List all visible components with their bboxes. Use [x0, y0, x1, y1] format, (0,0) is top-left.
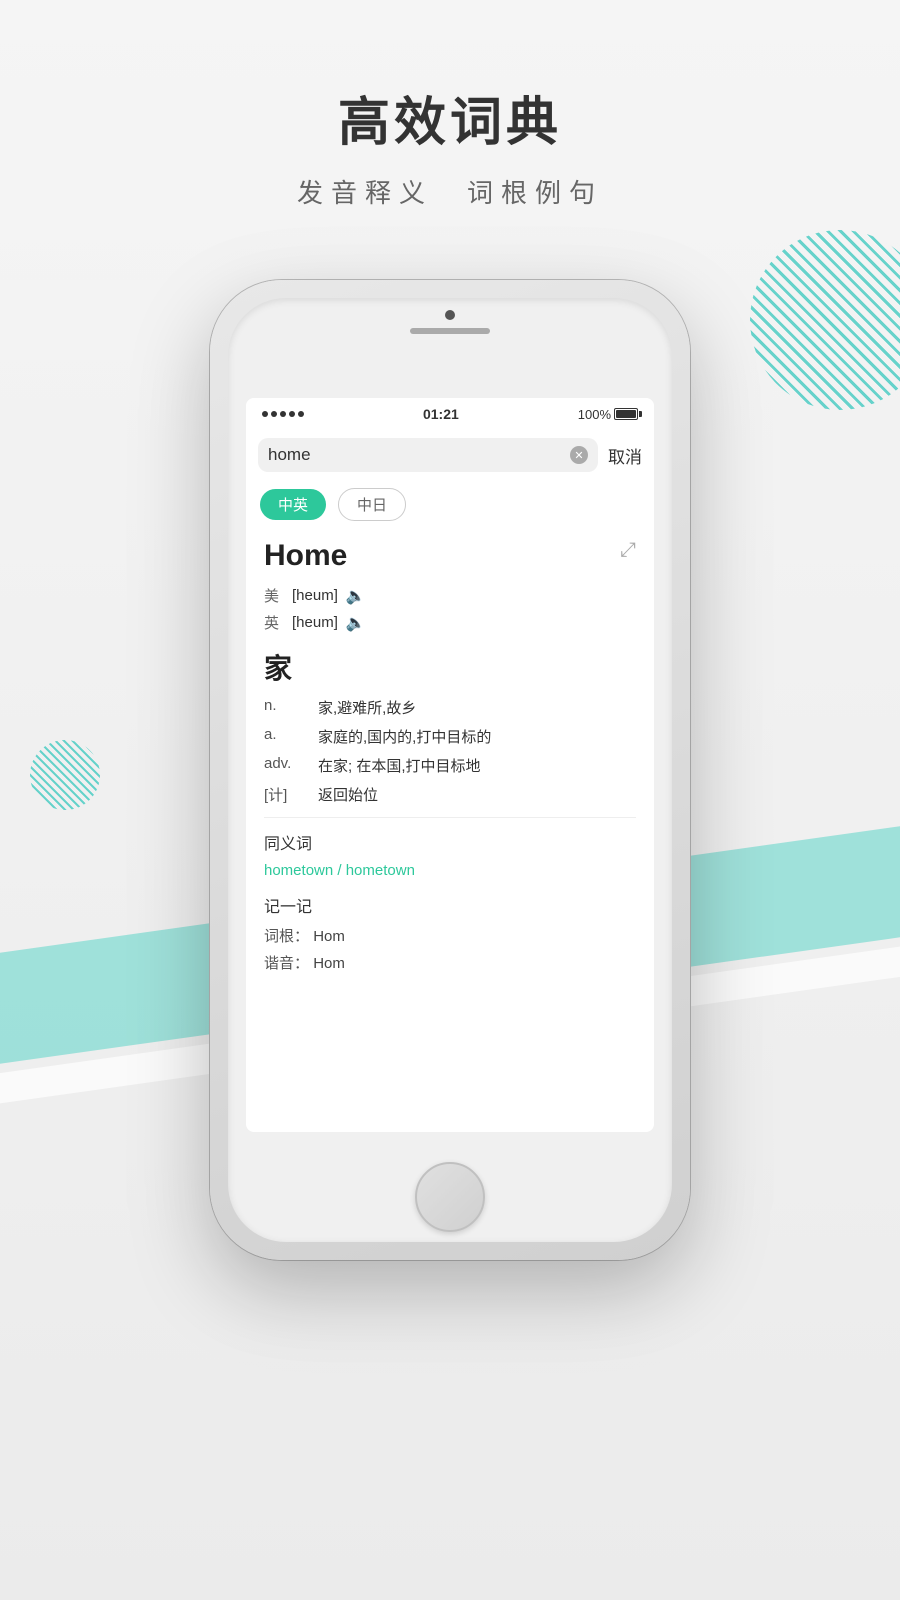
header: 高效词典 发音释义 词根例句	[0, 80, 900, 210]
def-adj: 家庭的,国内的,打中目标的	[318, 726, 636, 747]
word-title: Home	[264, 539, 347, 573]
def-noun: 家,避难所,故乡	[318, 697, 636, 718]
definition-row-1: a. 家庭的,国内的,打中目标的	[264, 726, 636, 747]
speaker-us-icon[interactable]: 🔈	[346, 586, 366, 606]
phone-camera	[445, 310, 455, 320]
synonyms-section-title: 同义词	[264, 830, 636, 854]
home-button[interactable]	[415, 1162, 485, 1232]
app-title: 高效词典	[0, 80, 900, 155]
word-header: Home ⤢	[264, 539, 636, 573]
search-clear-button[interactable]: ✕	[570, 446, 588, 464]
dictionary-content: Home ⤢ 美 [heum] 🔈 英 [heum] 🔈	[246, 529, 654, 1132]
pron-uk-label: 英	[264, 612, 284, 633]
pos-adj: a.	[264, 726, 302, 747]
signal-indicator	[262, 411, 304, 417]
memory-section: 词根： Hom 谐音： Hom	[264, 925, 636, 973]
status-time: 01:21	[423, 406, 459, 422]
share-icon[interactable]: ⤢	[620, 539, 636, 562]
definition-row-2: adv. 在家; 在本国,打中目标地	[264, 755, 636, 776]
pron-us-label: 美	[264, 585, 284, 606]
divider-1	[264, 817, 636, 818]
phone-mockup: 01:21 100% home ✕	[210, 280, 690, 1260]
pron-us-row: 美 [heum] 🔈	[264, 585, 636, 606]
search-input-value[interactable]: home	[268, 445, 564, 465]
phone-inner: 01:21 100% home ✕	[228, 298, 672, 1242]
memory-section-title: 记一记	[264, 893, 636, 917]
chinese-word: 家	[264, 647, 636, 687]
speaker-uk-icon[interactable]: 🔈	[346, 613, 366, 633]
decorative-circle-top-right	[750, 230, 900, 410]
pos-noun: n.	[264, 697, 302, 718]
search-input-container[interactable]: home ✕	[258, 438, 598, 472]
pron-uk-text: [heum]	[292, 614, 338, 631]
root-value: Hom	[313, 928, 345, 945]
signal-dot-4	[289, 411, 295, 417]
status-battery: 100%	[578, 407, 638, 422]
search-bar: home ✕ 取消	[246, 430, 654, 480]
tab-zh-en[interactable]: 中英	[260, 489, 326, 520]
status-bar: 01:21 100%	[246, 398, 654, 430]
battery-icon	[614, 408, 638, 420]
pos-comp: [计]	[264, 784, 302, 805]
signal-dot-5	[298, 411, 304, 417]
tab-zh-jp[interactable]: 中日	[338, 488, 406, 521]
phone-speaker	[410, 328, 490, 334]
decorative-circle-bottom-left	[30, 740, 100, 810]
signal-dot-2	[271, 411, 277, 417]
definition-row-0: n. 家,避难所,故乡	[264, 697, 636, 718]
battery-fill	[616, 410, 636, 418]
sound-row: 谐音： Hom	[264, 952, 636, 973]
tab-bar: 中英 中日	[246, 480, 654, 529]
pron-uk-row: 英 [heum] 🔈	[264, 612, 636, 633]
def-adv: 在家; 在本国,打中目标地	[318, 755, 636, 776]
signal-dot-1	[262, 411, 268, 417]
battery-percent: 100%	[578, 407, 611, 422]
background: 高效词典 发音释义 词根例句	[0, 0, 900, 1600]
synonym-links[interactable]: hometown / hometown	[264, 862, 636, 879]
pos-adv: adv.	[264, 755, 302, 776]
root-label: 词根：	[264, 928, 309, 945]
root-row: 词根： Hom	[264, 925, 636, 946]
pron-us-text: [heum]	[292, 587, 338, 604]
sound-value: Hom	[313, 955, 345, 972]
app-subtitle: 发音释义 词根例句	[0, 173, 900, 210]
phone-screen: 01:21 100% home ✕	[246, 398, 654, 1132]
def-comp: 返回始位	[318, 784, 636, 805]
search-cancel-button[interactable]: 取消	[608, 443, 642, 468]
signal-dot-3	[280, 411, 286, 417]
phone-body: 01:21 100% home ✕	[210, 280, 690, 1260]
definition-row-3: [计] 返回始位	[264, 784, 636, 805]
sound-label: 谐音：	[264, 955, 309, 972]
